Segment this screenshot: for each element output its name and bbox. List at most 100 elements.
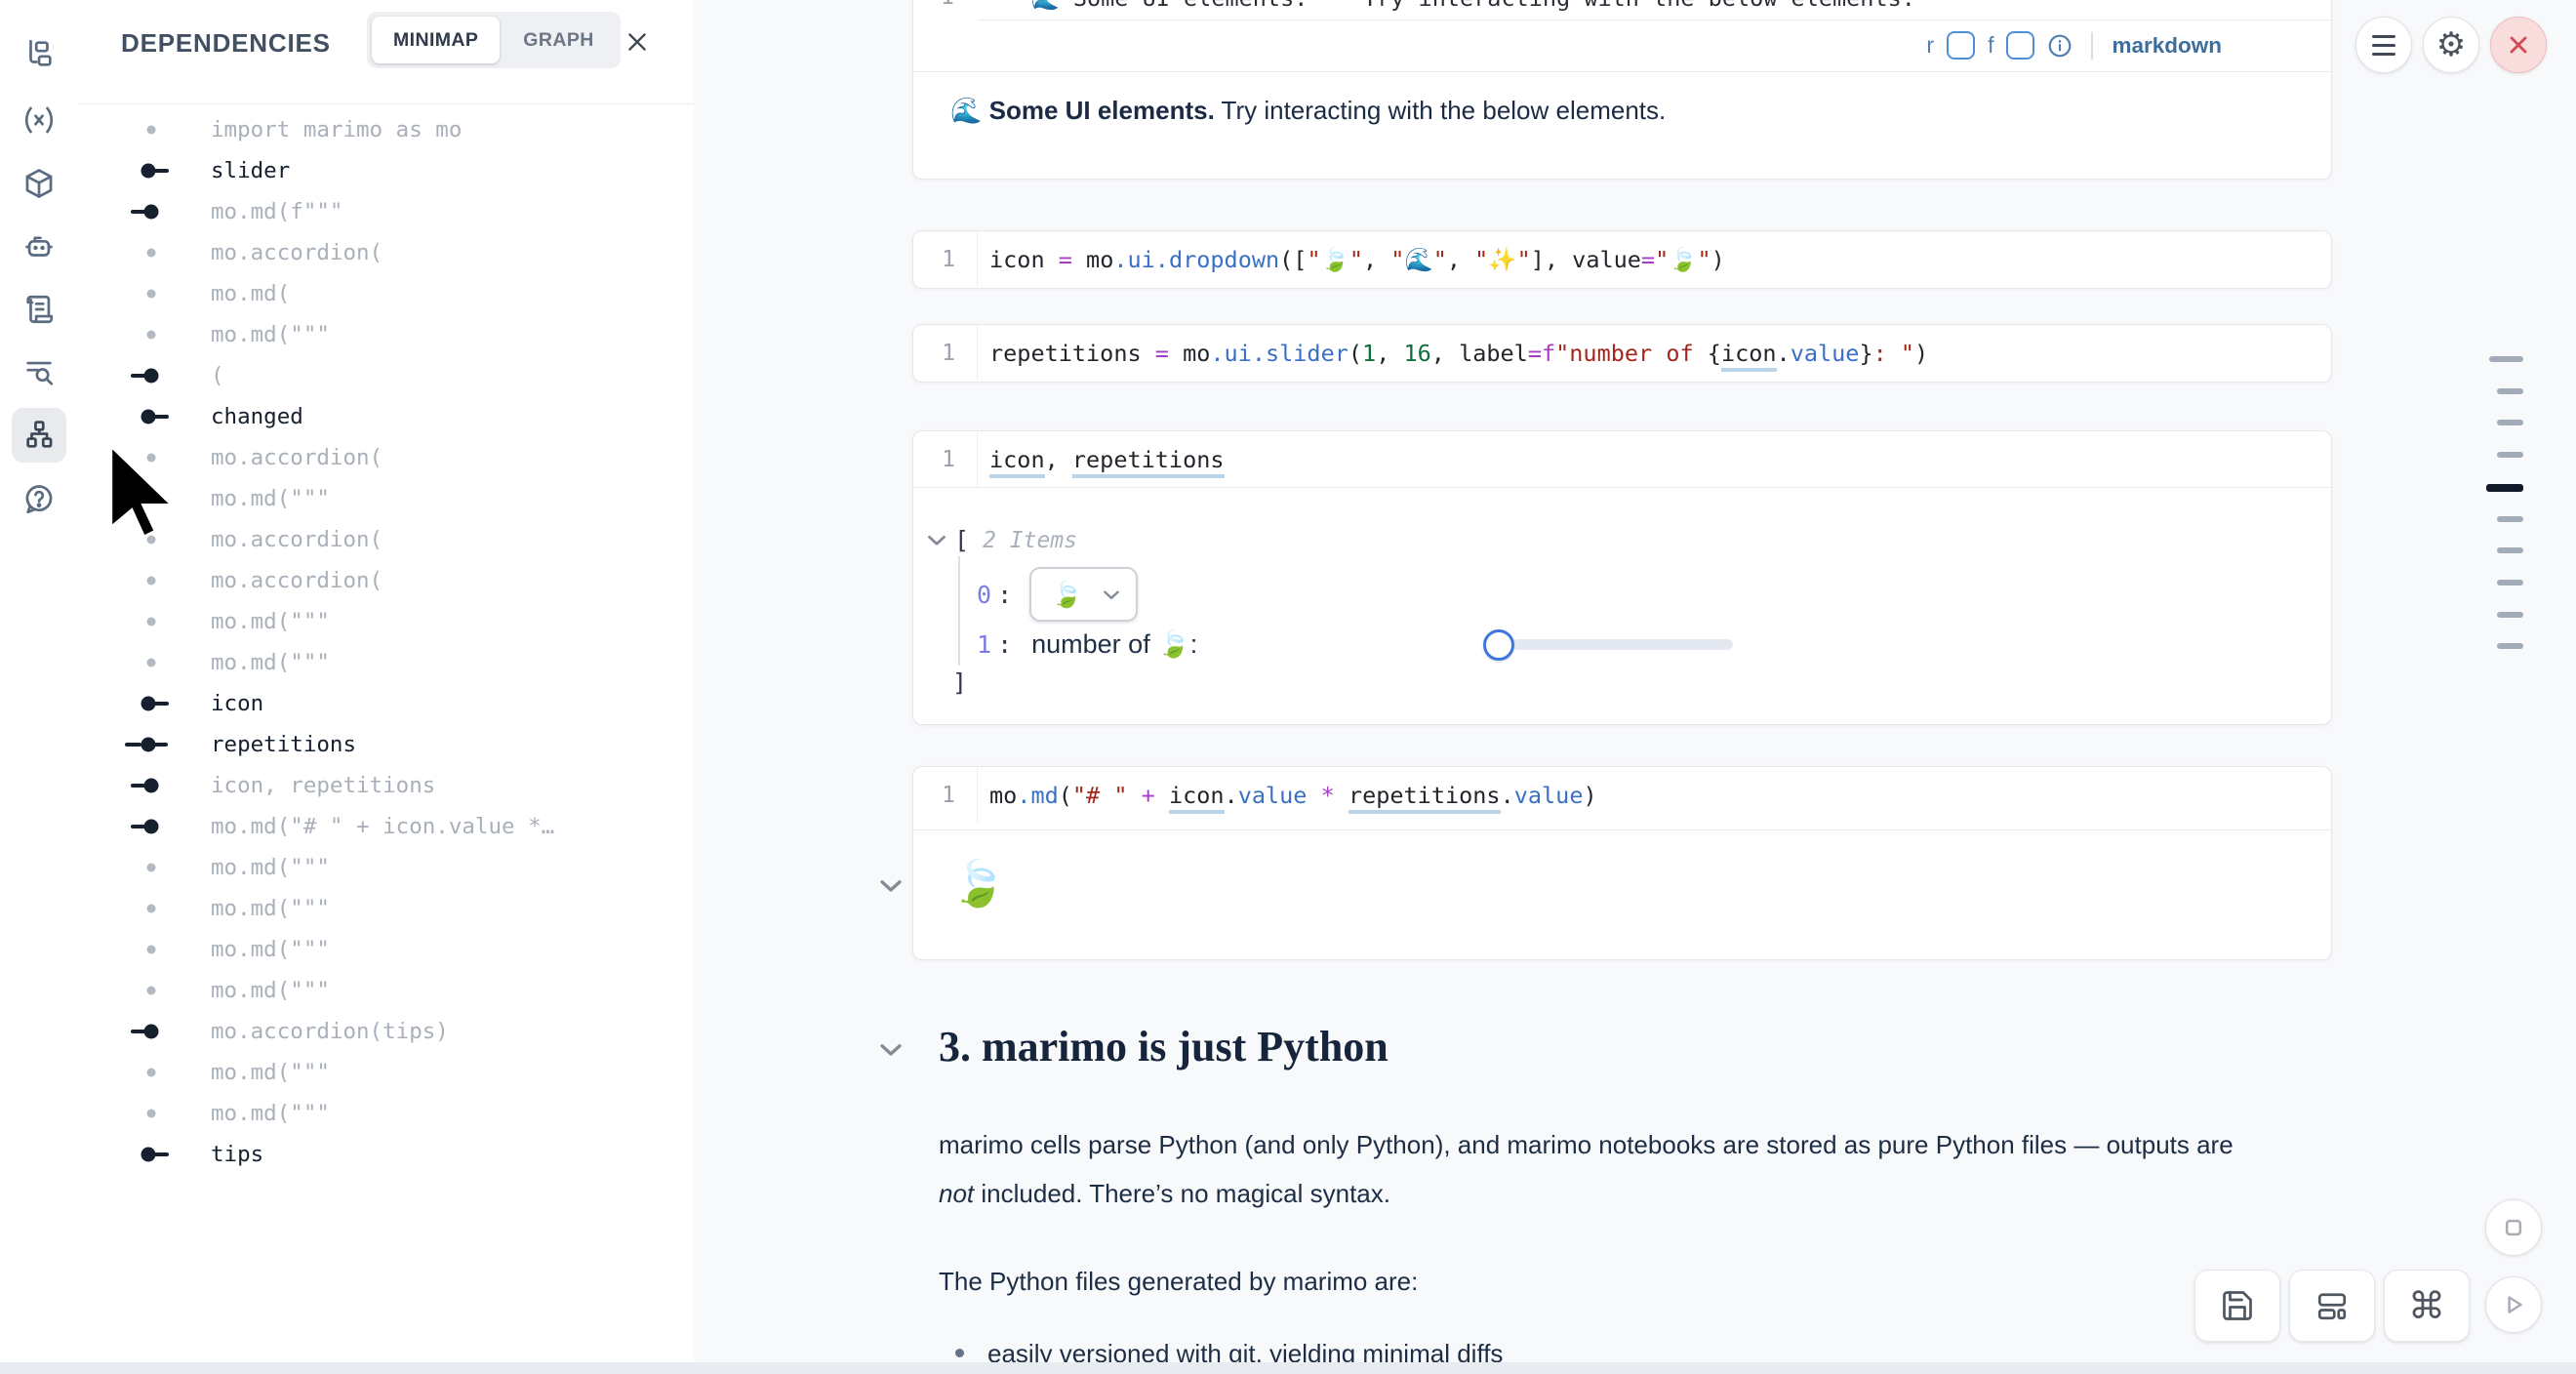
dependencies-icon[interactable]: [12, 408, 66, 463]
bracket-open: [: [954, 526, 969, 554]
variables-icon[interactable]: [12, 93, 66, 147]
minimap-item-label: (: [211, 363, 224, 388]
minimap-item[interactable]: mo.md(""": [78, 314, 694, 355]
run-button[interactable]: [2485, 1276, 2542, 1333]
scroll-mark-active[interactable]: [2486, 484, 2523, 492]
minimap-item-label: mo.md(""": [211, 1101, 330, 1126]
save-button[interactable]: [2194, 1270, 2280, 1342]
scroll-mark[interactable]: [2497, 547, 2523, 553]
collapse-tree-icon[interactable]: [927, 534, 946, 546]
minimap-item[interactable]: mo.md(""": [78, 970, 694, 1011]
scroll-mark[interactable]: [2497, 420, 2523, 425]
cell-md-heading[interactable]: 1 mo.md("# " + icon.value * repetitions.…: [912, 766, 2332, 960]
minimap-item[interactable]: mo.md(f""": [78, 191, 694, 232]
minimap-item[interactable]: mo.md("# " + icon.value *…: [78, 806, 694, 847]
tree-row-open: [ 2 Items: [927, 526, 1077, 554]
cell-icon-dropdown[interactable]: 1 icon = mo.ui.dropdown(["🍃", "🌊", "✨"],…: [912, 230, 2332, 289]
cell-repetitions-slider[interactable]: 1 repetitions = mo.ui.slider(1, 16, labe…: [912, 324, 2332, 383]
minimap-item[interactable]: mo.md(""": [78, 1093, 694, 1134]
minimap-item-label: mo.md(""": [211, 609, 330, 634]
formatting-toggle-icon[interactable]: [2006, 31, 2034, 60]
minimap-item-label: mo.md("# " + icon.value *…: [211, 814, 554, 839]
file-explorer-icon[interactable]: [12, 26, 66, 81]
code-line[interactable]: mo.md("# " + icon.value * repetitions.va…: [978, 782, 1597, 809]
minimap-item[interactable]: repetitions: [78, 724, 694, 765]
slider-label: number of 🍃:: [1031, 628, 1197, 660]
scroll-mark[interactable]: [2497, 452, 2523, 458]
icon-dropdown-select[interactable]: 🍃: [1029, 567, 1137, 622]
scroll-mark[interactable]: [2497, 612, 2523, 618]
formatting-badge[interactable]: f: [1988, 32, 1993, 59]
layout-button[interactable]: [2289, 1270, 2375, 1342]
minimap-item[interactable]: mo.md(""": [78, 642, 694, 683]
minimap-item[interactable]: mo.md(""": [78, 601, 694, 642]
items-count-label: 2 Items: [983, 528, 1077, 553]
scroll-mark[interactable]: [2497, 388, 2523, 394]
shutdown-button[interactable]: [2490, 17, 2547, 73]
minimap-list: import marimo as moslidermo.md(f"""mo.ac…: [78, 109, 694, 1175]
info-icon[interactable]: [2047, 33, 2073, 59]
minimap-item[interactable]: icon, repetitions: [78, 765, 694, 806]
section-heading: 3. marimo is just Python: [939, 1022, 1389, 1071]
packages-icon[interactable]: [12, 156, 66, 211]
cell-ui-elements-markdown[interactable]: 1 "**🌊 Some UI elements.** Try interacti…: [912, 0, 2332, 180]
cell-status-badges: r f markdown: [1926, 31, 2222, 60]
keyboard-shortcuts-button[interactable]: ⌘: [2384, 1270, 2470, 1342]
minimap-item[interactable]: mo.md(""": [78, 847, 694, 888]
scroll-mark[interactable]: [2497, 643, 2523, 649]
minimap-item-label: mo.accordion(: [211, 527, 382, 552]
tab-graph[interactable]: GRAPH: [502, 17, 615, 63]
scroll-mark[interactable]: [2497, 580, 2523, 586]
minimap-item-label: mo.accordion(: [211, 445, 382, 470]
minimap-item[interactable]: (: [78, 355, 694, 396]
colon: :: [997, 581, 1012, 609]
tree-row-1: 1 : number of 🍃:: [977, 628, 1750, 660]
minimap-item[interactable]: mo.accordion(: [78, 519, 694, 560]
line-number: 1: [913, 325, 978, 381]
minimap-item[interactable]: mo.accordion(: [78, 232, 694, 273]
minimap-item[interactable]: icon: [78, 683, 694, 724]
minimap-item[interactable]: tips: [78, 1134, 694, 1175]
scroll-mark[interactable]: [2489, 356, 2523, 362]
slider-thumb[interactable]: [1483, 629, 1514, 661]
minimap-item[interactable]: mo.md(""": [78, 1052, 694, 1093]
minimap-item[interactable]: mo.md(: [78, 273, 694, 314]
minimap-item-label: repetitions: [211, 732, 356, 757]
code-line[interactable]: icon, repetitions: [978, 446, 1225, 473]
minimap-item[interactable]: import marimo as mo: [78, 109, 694, 150]
minimap-item[interactable]: changed: [78, 396, 694, 437]
reactive-badge[interactable]: r: [1926, 32, 1934, 59]
help-icon[interactable]: [12, 472, 66, 527]
code-fragment[interactable]: "**🌊 Some UI elements.** Try interacting…: [989, 0, 1915, 12]
table-of-contents-search-icon[interactable]: [12, 345, 66, 400]
collapse-output-icon[interactable]: [879, 878, 903, 893]
stop-button[interactable]: [2485, 1199, 2542, 1256]
repetitions-slider: [1203, 644, 1750, 645]
output-bold-text: 🌊 Some UI elements.: [950, 96, 1215, 125]
minimap-item[interactable]: mo.accordion(: [78, 560, 694, 601]
minimap-item[interactable]: mo.accordion(tips): [78, 1011, 694, 1052]
language-badge[interactable]: markdown: [2112, 33, 2222, 59]
scroll-mark[interactable]: [2497, 516, 2523, 522]
tab-minimap[interactable]: MINIMAP: [372, 17, 500, 63]
code-line[interactable]: icon = mo.ui.dropdown(["🍃", "🌊", "✨"], v…: [978, 246, 1725, 273]
ai-assistant-icon[interactable]: [12, 220, 66, 274]
settings-button[interactable]: ⚙: [2423, 17, 2479, 73]
code-line[interactable]: repetitions = mo.ui.slider(1, 16, label=…: [978, 340, 1928, 367]
collapse-section-icon[interactable]: [879, 1042, 903, 1057]
close-panel-icon[interactable]: [621, 25, 654, 59]
notebook-menu-button[interactable]: [2355, 17, 2412, 73]
minimap-item[interactable]: mo.accordion(: [78, 437, 694, 478]
minimap-item[interactable]: mo.md(""": [78, 929, 694, 970]
cell-icon-repetitions[interactable]: 1 icon, repetitions [ 2 Items 0 : 🍃 1: [912, 430, 2332, 725]
reactive-toggle-icon[interactable]: [1947, 31, 1975, 60]
para-emphasis: not: [939, 1179, 974, 1208]
minimap-item[interactable]: mo.md(""": [78, 888, 694, 929]
stop-icon: [2499, 1213, 2528, 1242]
para-text: included. There’s no magical syntax.: [974, 1179, 1390, 1208]
snippets-icon[interactable]: [12, 282, 66, 337]
minimap-item[interactable]: mo.md(""": [78, 478, 694, 519]
minimap-item[interactable]: slider: [78, 150, 694, 191]
marimo-app: DEPENDENCIES MINIMAP GRAPH import marimo…: [0, 0, 2576, 1374]
slider-track[interactable]: [1512, 639, 1733, 650]
